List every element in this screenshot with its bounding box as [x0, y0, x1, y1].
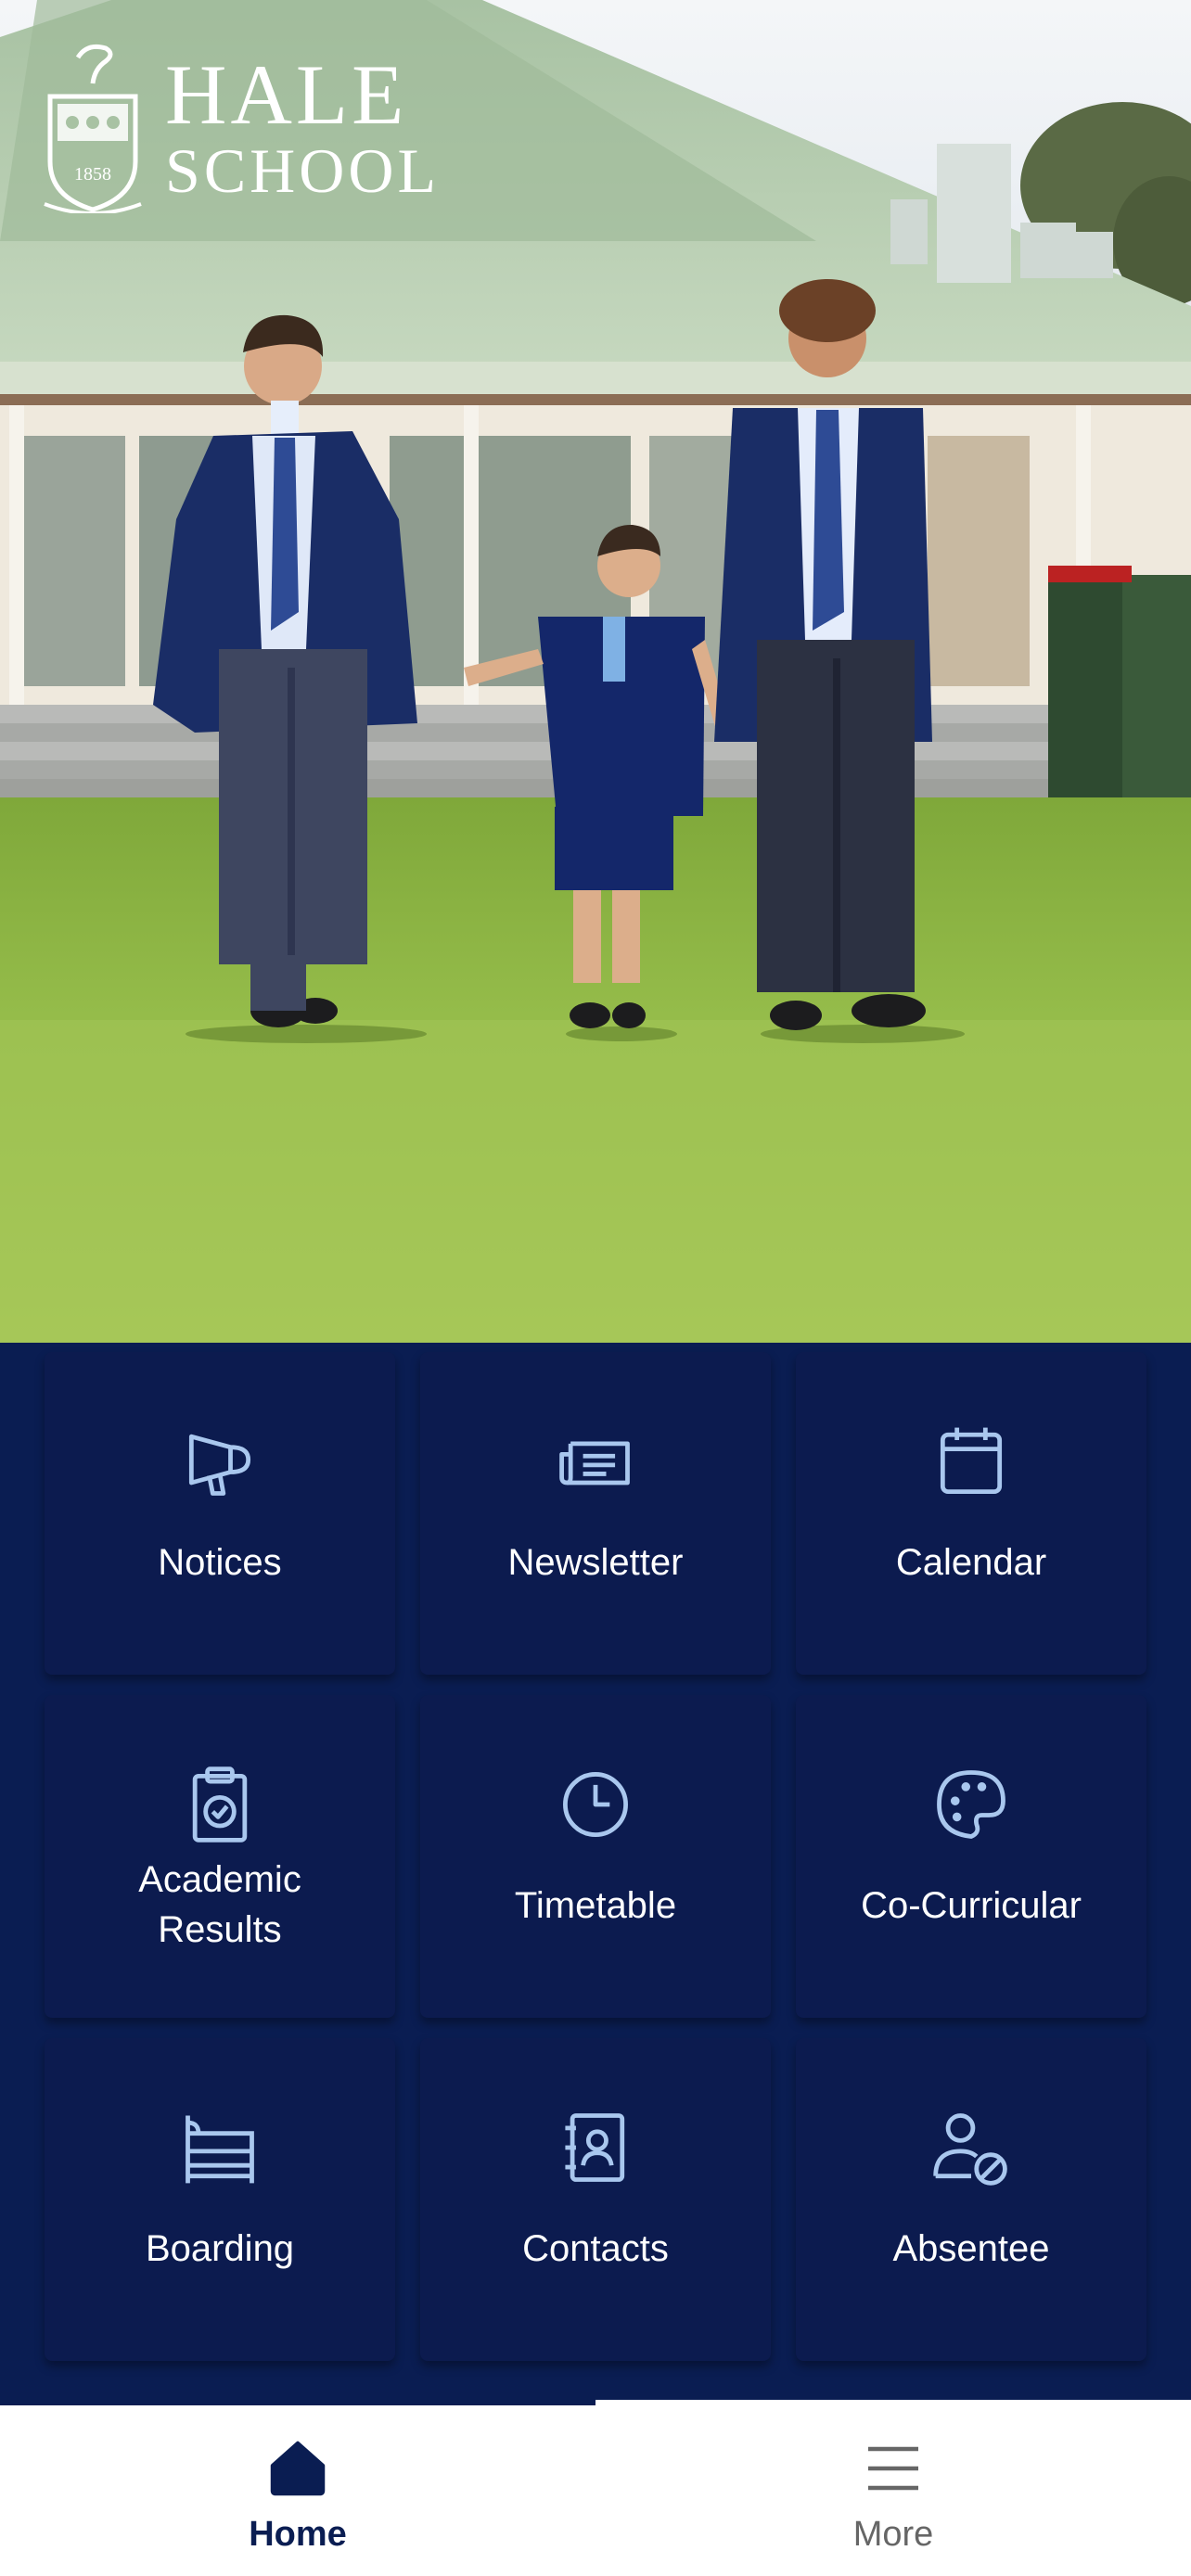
contact-book-icon [565, 2113, 625, 2182]
tile-label: Co-Curricular [861, 1885, 1082, 1926]
tile-label: Notices [158, 1542, 282, 1583]
school-name-line1: HALE [165, 47, 408, 142]
tile-label: Academic Results [138, 1859, 301, 1950]
tile-absentee[interactable]: Absentee [796, 2038, 1146, 2361]
home-icon [270, 2441, 326, 2496]
crest-year: 1858 [74, 164, 111, 185]
tile-academic-results[interactable]: Academic Results [45, 1695, 395, 2018]
nav-home[interactable]: Home [0, 2400, 596, 2576]
tile-label: Contacts [522, 2228, 669, 2269]
school-logo: 1858 HALE SCHOOL [41, 41, 440, 213]
tile-notices[interactable]: Notices [45, 1352, 395, 1675]
tile-label: Absentee [892, 2228, 1050, 2269]
calendar-icon [940, 1427, 1003, 1494]
bottom-navigation: Home More [0, 2400, 1191, 2576]
school-name-line2: SCHOOL [165, 135, 441, 206]
tile-label: Boarding [145, 2228, 295, 2269]
tile-timetable[interactable]: Timetable [420, 1695, 771, 2018]
menu-icon [868, 2446, 918, 2491]
nav-more-label: More [852, 2515, 934, 2554]
menu-grid: Notices Newsletter Calendar Academic Res… [0, 1343, 1191, 2400]
nav-home-label: Home [249, 2515, 347, 2554]
app-screen: 1858 HALE SCHOOL Notices Newsletter Cale… [0, 0, 1191, 2576]
newspaper-icon [559, 1441, 630, 1486]
megaphone-icon [188, 1434, 251, 1496]
school-wordmark: HALE SCHOOL [165, 52, 440, 202]
clipboard-check-icon [192, 1766, 248, 1843]
user-absent-icon [933, 2113, 1007, 2186]
crest-icon: 1858 [44, 44, 142, 213]
bed-icon [186, 2115, 254, 2184]
hero-image: 1858 HALE SCHOOL [0, 0, 1191, 1343]
palette-icon [937, 1770, 1005, 1839]
tile-label: Calendar [895, 1542, 1047, 1583]
tile-co-curricular[interactable]: Co-Curricular [796, 1695, 1146, 2018]
tile-boarding[interactable]: Boarding [45, 2038, 395, 2361]
tile-label: Newsletter [507, 1542, 684, 1583]
nav-more[interactable]: More [596, 2400, 1191, 2576]
tile-newsletter[interactable]: Newsletter [420, 1352, 771, 1675]
tile-contacts[interactable]: Contacts [420, 2038, 771, 2361]
clock-icon [563, 1772, 628, 1837]
tile-label: Timetable [514, 1885, 677, 1926]
tile-calendar[interactable]: Calendar [796, 1352, 1146, 1675]
